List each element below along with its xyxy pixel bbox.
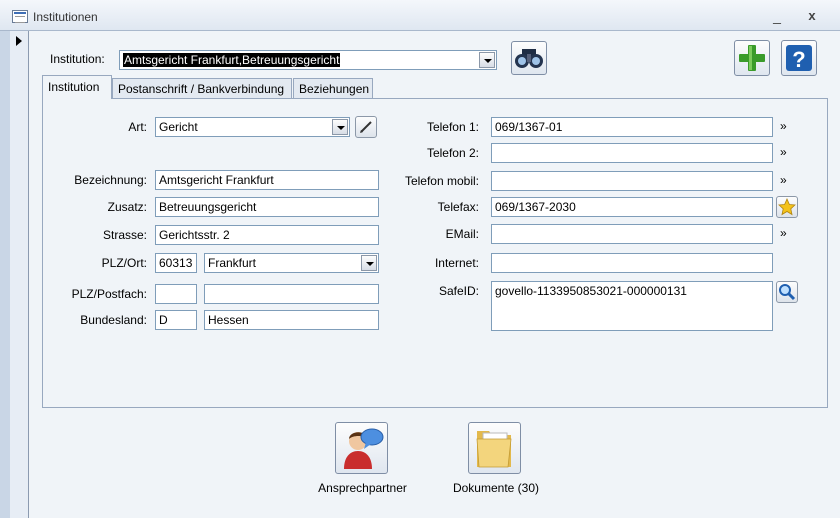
dial-mobil-icon[interactable]: » (780, 173, 787, 187)
plz-field[interactable]: 60313 (155, 253, 197, 273)
zusatz-label: Zusatz: (107, 200, 147, 214)
bundesland-name-field[interactable]: Hessen (204, 310, 379, 330)
ansprechpartner-label: Ansprechpartner (318, 481, 407, 495)
ansprechpartner-button[interactable] (335, 422, 388, 474)
email-field[interactable] (491, 224, 773, 244)
binoculars-icon (515, 49, 543, 68)
art-value: Gericht (159, 120, 198, 134)
title-bar: Institutionen _ x (0, 0, 840, 31)
record-selector[interactable] (10, 31, 29, 518)
form-window-icon (12, 10, 28, 23)
ort-value: Frankfurt (208, 256, 257, 270)
institution-combobox[interactable]: Amtsgericht Frankfurt,Betreuungsgericht (119, 50, 497, 70)
zusatz-field[interactable]: Betreuungsgericht (155, 197, 379, 217)
chevron-down-icon[interactable] (361, 255, 377, 271)
mobil-label: Telefon mobil: (404, 174, 479, 188)
safeid-label: SafeID: (438, 284, 479, 298)
dial-telefon2-icon[interactable]: » (780, 145, 787, 159)
help-button[interactable]: ? (781, 40, 817, 76)
close-button[interactable]: x (801, 6, 823, 26)
institution-label: Institution: (50, 52, 105, 66)
postfach-field[interactable] (204, 284, 379, 304)
current-record-arrow-icon (16, 36, 22, 46)
send-email-icon[interactable]: » (780, 226, 787, 240)
mobil-field[interactable] (491, 171, 773, 191)
window-border (0, 31, 10, 518)
internet-field[interactable] (491, 253, 773, 273)
internet-label: Internet: (434, 256, 479, 270)
plus-icon (739, 45, 765, 71)
bezeichnung-label: Bezeichnung: (74, 173, 147, 187)
add-new-button[interactable] (734, 40, 770, 76)
art-label: Art: (128, 120, 147, 134)
minimize-button[interactable]: _ (766, 6, 788, 26)
telefon2-field[interactable] (491, 143, 773, 163)
folder-icon (476, 431, 512, 468)
dial-telefon1-icon[interactable]: » (780, 119, 787, 133)
art-combobox[interactable]: Gericht (155, 117, 350, 137)
postfach-plz-field[interactable] (155, 284, 197, 304)
dokumente-button[interactable] (468, 422, 521, 474)
tab-institution[interactable]: Institution (42, 75, 112, 99)
telefon1-field[interactable]: 069/1367-01 (491, 117, 773, 137)
strasse-label: Strasse: (102, 228, 147, 242)
telefax-field[interactable]: 069/1367-2030 (491, 197, 773, 217)
strasse-field[interactable]: Gerichtsstr. 2 (155, 225, 379, 245)
tab-beziehungen[interactable]: Beziehungen (293, 78, 373, 99)
favorite-button[interactable] (776, 196, 798, 218)
window-title: Institutionen (33, 10, 98, 24)
institution-selected-value: Amtsgericht Frankfurt,Betreuungsgericht (123, 53, 341, 67)
dokumente-label: Dokumente (30) (452, 481, 540, 495)
bundesland-label: Bundesland: (80, 313, 147, 327)
svg-text:?: ? (792, 47, 805, 72)
edit-art-button[interactable] (355, 116, 377, 138)
form-body: Institution: Amtsgericht Frankfurt,Betre… (29, 31, 840, 518)
telefon1-label: Telefon 1: (426, 120, 479, 134)
chevron-down-icon[interactable] (332, 119, 348, 135)
bezeichnung-field[interactable]: Amtsgericht Frankfurt (155, 170, 379, 190)
telefax-label: Telefax: (437, 200, 479, 214)
safeid-search-button[interactable] (776, 281, 798, 303)
tab-postanschrift[interactable]: Postanschrift / Bankverbindung (112, 78, 292, 99)
safeid-field[interactable]: govello-1133950853021-000000131 (491, 281, 773, 331)
chevron-down-icon[interactable] (479, 52, 495, 68)
postfach-label: PLZ/Postfach: (71, 287, 147, 301)
star-icon (778, 197, 796, 216)
pencil-icon (360, 121, 372, 133)
help-icon: ? (786, 45, 812, 72)
magnifier-icon (779, 284, 796, 301)
bundesland-code-field[interactable]: D (155, 310, 197, 330)
telefon2-label: Telefon 2: (426, 146, 479, 160)
plzort-label: PLZ/Ort: (101, 256, 147, 270)
contact-person-icon (344, 428, 384, 469)
ort-combobox[interactable]: Frankfurt (204, 253, 379, 273)
email-label: EMail: (445, 227, 479, 241)
search-button[interactable] (511, 41, 547, 75)
